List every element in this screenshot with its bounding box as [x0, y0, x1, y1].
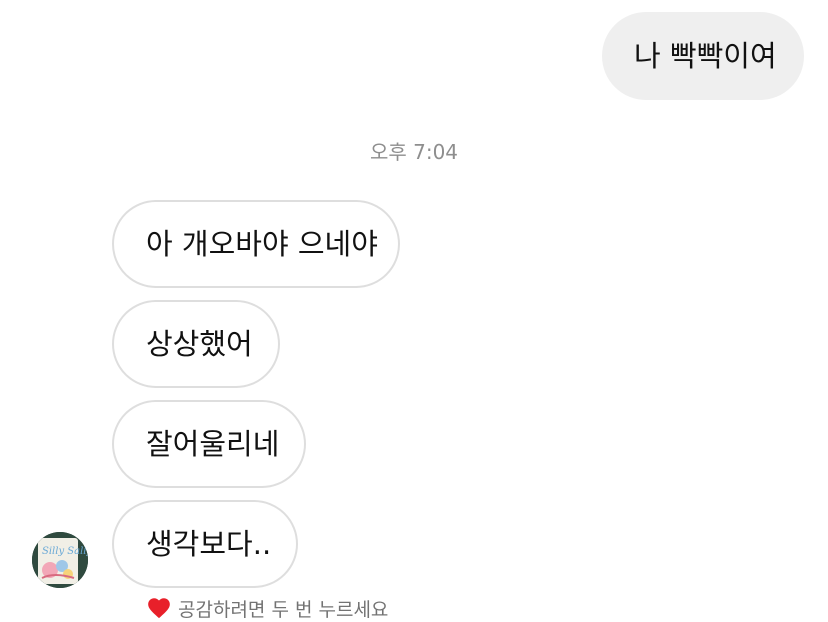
- svg-text:Silly Sally: Silly Sally: [42, 546, 88, 557]
- message-text: 생각보다..: [146, 527, 272, 561]
- message-timestamp: 오후 7:04: [369, 140, 459, 164]
- incoming-message-bubble[interactable]: 생각보다..: [112, 500, 298, 588]
- incoming-message-bubble[interactable]: 아 개오바야 으네야: [112, 200, 400, 288]
- message-text: 잘어울리네: [146, 427, 280, 461]
- message-text: 아 개오바야 으네야: [146, 227, 378, 261]
- message-text: 상상했어: [146, 327, 253, 361]
- heart-icon[interactable]: [146, 595, 172, 621]
- incoming-message-bubble[interactable]: 잘어울리네: [112, 400, 306, 488]
- incoming-message-bubble[interactable]: 상상했어: [112, 300, 280, 388]
- reaction-hint-text: 공감하려면 두 번 누르세요: [178, 598, 389, 621]
- message-text: 나 빡빡이여: [634, 39, 777, 73]
- avatar[interactable]: Silly Sally: [32, 532, 88, 588]
- avatar-image: Silly Sally: [32, 532, 88, 588]
- outgoing-message-bubble[interactable]: 나 빡빡이여: [602, 12, 804, 100]
- double-tap-reaction-hint: 공감하려면 두 번 누르세요: [146, 594, 388, 622]
